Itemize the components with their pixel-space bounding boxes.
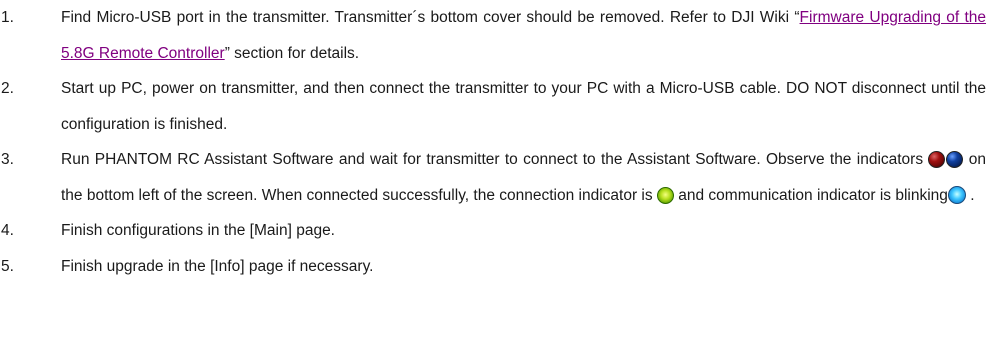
- step-text-part: Run PHANTOM RC Assistant Software and wa…: [61, 151, 929, 168]
- step-number: 4.: [1, 222, 14, 239]
- step-text: Find Micro-USB port in the transmitter. …: [61, 0, 986, 71]
- step-5: 5. Finish upgrade in the [Info] page if …: [0, 249, 992, 285]
- step-number: 3.: [1, 151, 14, 168]
- step-2: 2. Start up PC, power on transmitter, an…: [0, 71, 992, 142]
- step-text-part: ” section for details.: [224, 44, 360, 62]
- red-led-icon: [928, 151, 946, 169]
- instruction-list: 1. Find Micro-USB port in the transmitte…: [0, 0, 992, 284]
- step-number: 1.: [1, 9, 14, 26]
- step-text: Start up PC, power on transmitter, and t…: [61, 80, 986, 133]
- step-number: 2.: [1, 80, 14, 97]
- cyan-led-icon: [947, 186, 966, 205]
- step-text-part: .: [965, 186, 975, 204]
- green-led-icon: [656, 186, 674, 204]
- step-number: 5.: [1, 257, 14, 275]
- step-4: 4. Finish configurations in the [Main] p…: [0, 213, 992, 249]
- blue-led-icon: [946, 151, 964, 169]
- step-text-part: Find Micro-USB port in the transmitter. …: [61, 9, 800, 26]
- step-text: Run PHANTOM RC Assistant Software and wa…: [61, 142, 986, 213]
- step-text-part: and communication indicator is blinking: [673, 186, 948, 204]
- step-1: 1. Find Micro-USB port in the transmitte…: [0, 0, 992, 71]
- step-3: 3. Run PHANTOM RC Assistant Software and…: [0, 142, 992, 213]
- step-text: Finish configurations in the [Main] page…: [61, 222, 335, 239]
- step-text: Finish upgrade in the [Info] page if nec…: [61, 257, 374, 275]
